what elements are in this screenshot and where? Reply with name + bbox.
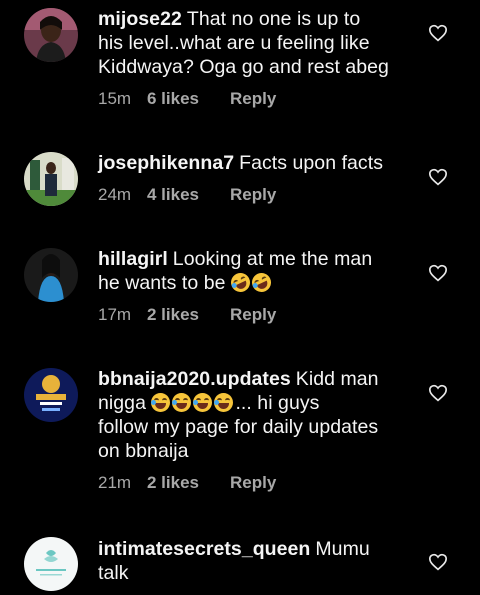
face-with-tears-of-joy-icon xyxy=(172,393,192,412)
comment-text: intimatesecrets_queen Mumu talk xyxy=(98,537,416,585)
comment-meta: 21m 2 likes Reply xyxy=(98,471,416,495)
comment-meta: 17m 2 likes Reply xyxy=(98,303,416,327)
comment-username[interactable]: hillagirl xyxy=(98,248,168,270)
likes-count[interactable]: 2 likes xyxy=(147,473,230,493)
heart-outline-icon[interactable] xyxy=(428,24,448,42)
comment-line: Kidd man xyxy=(295,368,379,390)
comment-time: 17m xyxy=(98,305,132,324)
comment-text: hillagirl Looking at me the man he wants … xyxy=(98,247,416,296)
comment-text: mijose22 That no one is up to his level..… xyxy=(98,7,416,79)
comment-line: talk xyxy=(98,562,129,584)
avatar[interactable] xyxy=(24,248,78,302)
comment-line: his level..what are u feeling like xyxy=(98,32,370,54)
likes-count[interactable]: 2 likes xyxy=(147,305,230,325)
heart-outline-icon[interactable] xyxy=(428,264,448,282)
rolling-on-floor-laughing-icon xyxy=(227,269,254,296)
reply-button[interactable]: Reply xyxy=(230,473,276,493)
comment-username[interactable]: mijose22 xyxy=(98,8,182,30)
comment-username[interactable]: josephikenna7 xyxy=(98,152,234,174)
avatar[interactable] xyxy=(24,8,78,62)
face-with-tears-of-joy-icon xyxy=(214,393,234,412)
comment-time: 21m xyxy=(98,473,132,492)
likes-count[interactable]: 4 likes xyxy=(147,185,230,205)
comment-time: 15m xyxy=(98,89,132,108)
comment-text: bbnaija2020.updates Kidd man nigga ... hi… xyxy=(98,367,416,463)
comment-meta: 24m 4 likes Reply xyxy=(98,183,416,207)
avatar[interactable] xyxy=(24,368,78,422)
face-with-tears-of-joy-icon xyxy=(151,393,171,412)
avatar[interactable] xyxy=(24,152,78,206)
rolling-on-floor-laughing-icon xyxy=(248,269,275,296)
comment-username[interactable]: bbnaija2020.updates xyxy=(98,368,291,390)
avatar[interactable] xyxy=(24,537,78,591)
comment-line: nigga xyxy=(98,392,146,414)
likes-count[interactable]: 6 likes xyxy=(147,89,230,109)
comment-line: That no one is up to xyxy=(186,8,361,30)
comment-line: ... hi guys xyxy=(235,392,320,414)
comment-line: on bbnaija xyxy=(98,440,189,462)
heart-outline-icon[interactable] xyxy=(428,168,448,186)
comment-time: 24m xyxy=(98,185,132,204)
comment-line: Kiddwaya? Oga go and rest abeg xyxy=(98,56,389,78)
comment-line: Looking at me the man xyxy=(172,248,373,270)
comment-text: josephikenna7 Facts upon facts xyxy=(98,151,416,175)
reply-button[interactable]: Reply xyxy=(230,89,276,109)
comment-line: follow my page for daily updates xyxy=(98,416,379,438)
comment-line: Facts upon facts xyxy=(239,152,383,174)
comment-line: Mumu xyxy=(315,538,370,560)
heart-outline-icon[interactable] xyxy=(428,384,448,402)
reply-button[interactable]: Reply xyxy=(230,185,276,205)
heart-outline-icon[interactable] xyxy=(428,553,448,571)
reply-button[interactable]: Reply xyxy=(230,305,276,325)
comment-meta: 15m 6 likes Reply xyxy=(98,87,416,111)
comment-line: he wants to be xyxy=(98,272,226,294)
face-with-tears-of-joy-icon xyxy=(193,393,213,412)
comment-username[interactable]: intimatesecrets_queen xyxy=(98,538,310,560)
